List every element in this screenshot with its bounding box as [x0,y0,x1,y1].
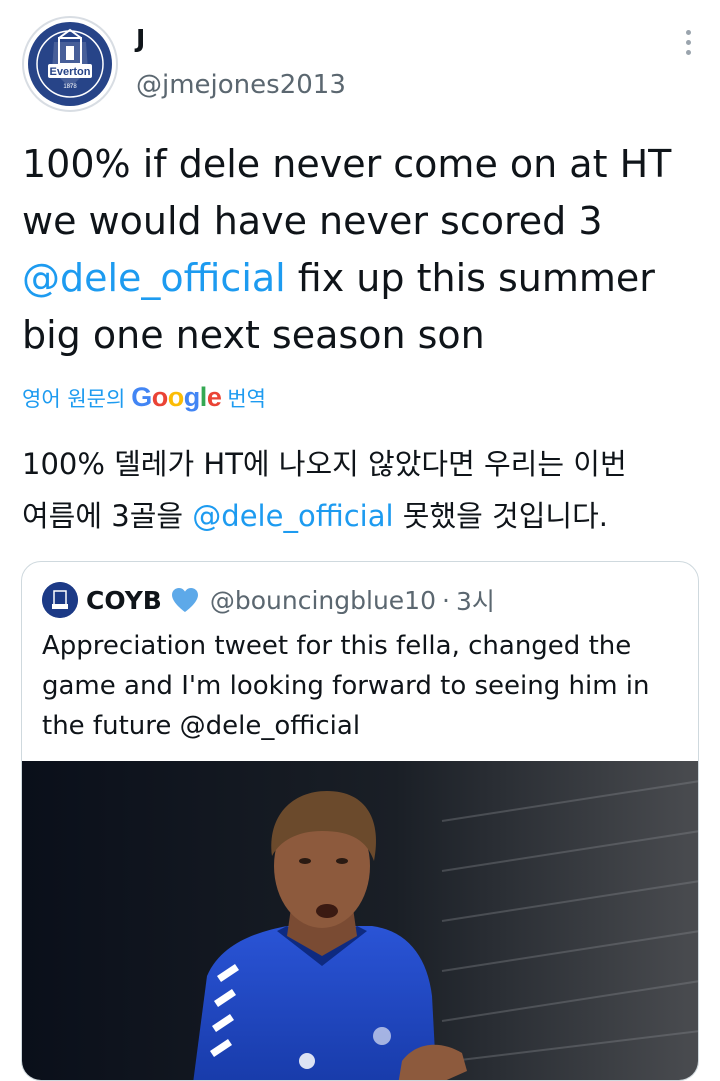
football-player-photo-icon[interactable] [22,761,699,1081]
translate-prefix: 영어 원문의 [22,386,126,411]
avatar-club-name: Everton [50,66,91,78]
translated-line: 100% 델레가 HT에 나오지 않았다면 우리는 이번 [22,447,627,481]
author-handle[interactable]: @jmejones2013 [136,70,346,100]
tweet-line: big one next season son [22,313,485,357]
everton-crest-icon: Everton 1878 [28,22,112,106]
translated-line: 여름에 3골을 @dele_official 못했을 것입니다. [22,490,698,542]
translate-suffix: 번역 [227,386,266,411]
crest-icon [42,582,78,618]
tweet-body: 100% if dele never come on at HT we woul… [22,136,698,364]
tweet-line-rest: fix up this summer [285,256,655,300]
avatar-club-year: 1878 [63,84,77,90]
blue-heart-icon [170,586,200,614]
quoted-display-name[interactable]: COYB [86,586,162,615]
translated-body: 100% 델레가 HT에 나오지 않았다면 우리는 이번 여름에 3골을 @de… [22,438,698,542]
separator-dot: · [442,585,450,615]
quoted-timestamp[interactable]: 3시 [456,582,495,618]
quoted-tweet-card[interactable]: COYB @bouncingblue10 · 3시 Appreciation t… [21,561,699,1081]
tweet-line: 100% if dele never come on at HT [22,142,672,186]
quoted-handle[interactable]: @bouncingblue10 [210,586,436,615]
mention-link[interactable]: @dele_official [22,256,286,300]
more-vertical-icon[interactable] [684,30,692,55]
quoted-tweet-text: Appreciation tweet for this fella, chang… [42,631,650,741]
tweet-line: @dele_official fix up this summer [22,250,698,307]
translated-suffix: 못했을 것입니다. [393,499,608,533]
author-avatar[interactable]: Everton 1878 [22,16,118,112]
google-letter: e [206,382,222,412]
translate-label[interactable]: 영어 원문의 Google 번역 [22,382,266,413]
google-letter: o [167,382,185,412]
author-display-name[interactable]: J [136,24,145,53]
quoted-tweet-header: COYB @bouncingblue10 · 3시 [42,582,495,618]
google-letter: G [131,382,152,412]
mention-link[interactable]: @dele_official [192,499,393,533]
translated-prefix: 여름에 3골을 [22,499,193,533]
google-letter: l [199,382,208,412]
quoted-author-avatar[interactable] [42,582,78,618]
google-letter: o [151,382,169,412]
google-letter: g [183,382,201,412]
google-logo-icon: Google [131,382,222,413]
tweet-line: we would have never scored 3 [22,199,603,243]
